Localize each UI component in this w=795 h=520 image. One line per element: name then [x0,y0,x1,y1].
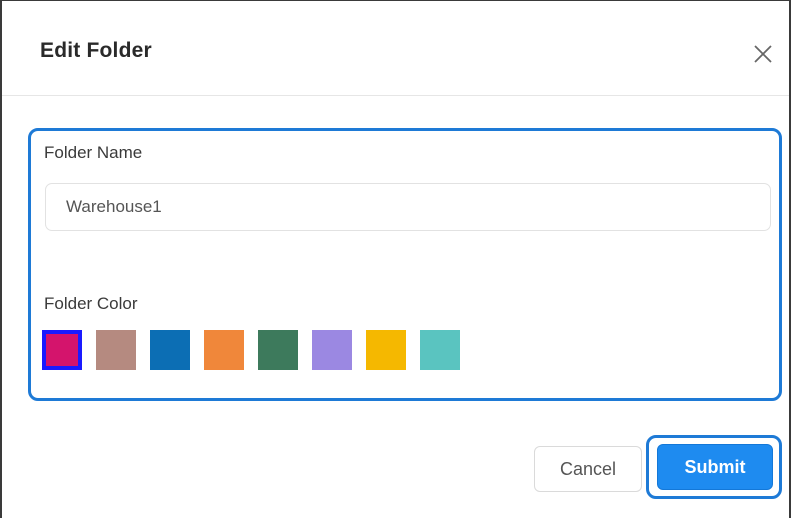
color-swatch[interactable] [420,330,460,370]
close-icon[interactable] [750,41,776,67]
edit-folder-dialog: Edit Folder Folder Name Folder Color Can… [0,0,791,518]
folder-name-label: Folder Name [44,143,143,162]
cancel-button[interactable]: Cancel [534,446,642,492]
color-swatch[interactable] [258,330,298,370]
color-swatch[interactable] [312,330,352,370]
submit-button[interactable]: Submit [657,444,773,490]
color-swatch[interactable] [96,330,136,370]
dialog-title: Edit Folder [40,39,152,62]
color-swatch[interactable] [204,330,244,370]
color-swatch[interactable] [42,330,82,370]
color-swatch[interactable] [150,330,190,370]
color-swatch[interactable] [366,330,406,370]
dialog-header: Edit Folder [2,1,789,96]
folder-name-input[interactable] [45,183,771,231]
folder-form: Folder Name Folder Color [28,128,782,401]
folder-color-label: Folder Color [44,294,138,313]
close-icon-glyph [754,45,772,63]
